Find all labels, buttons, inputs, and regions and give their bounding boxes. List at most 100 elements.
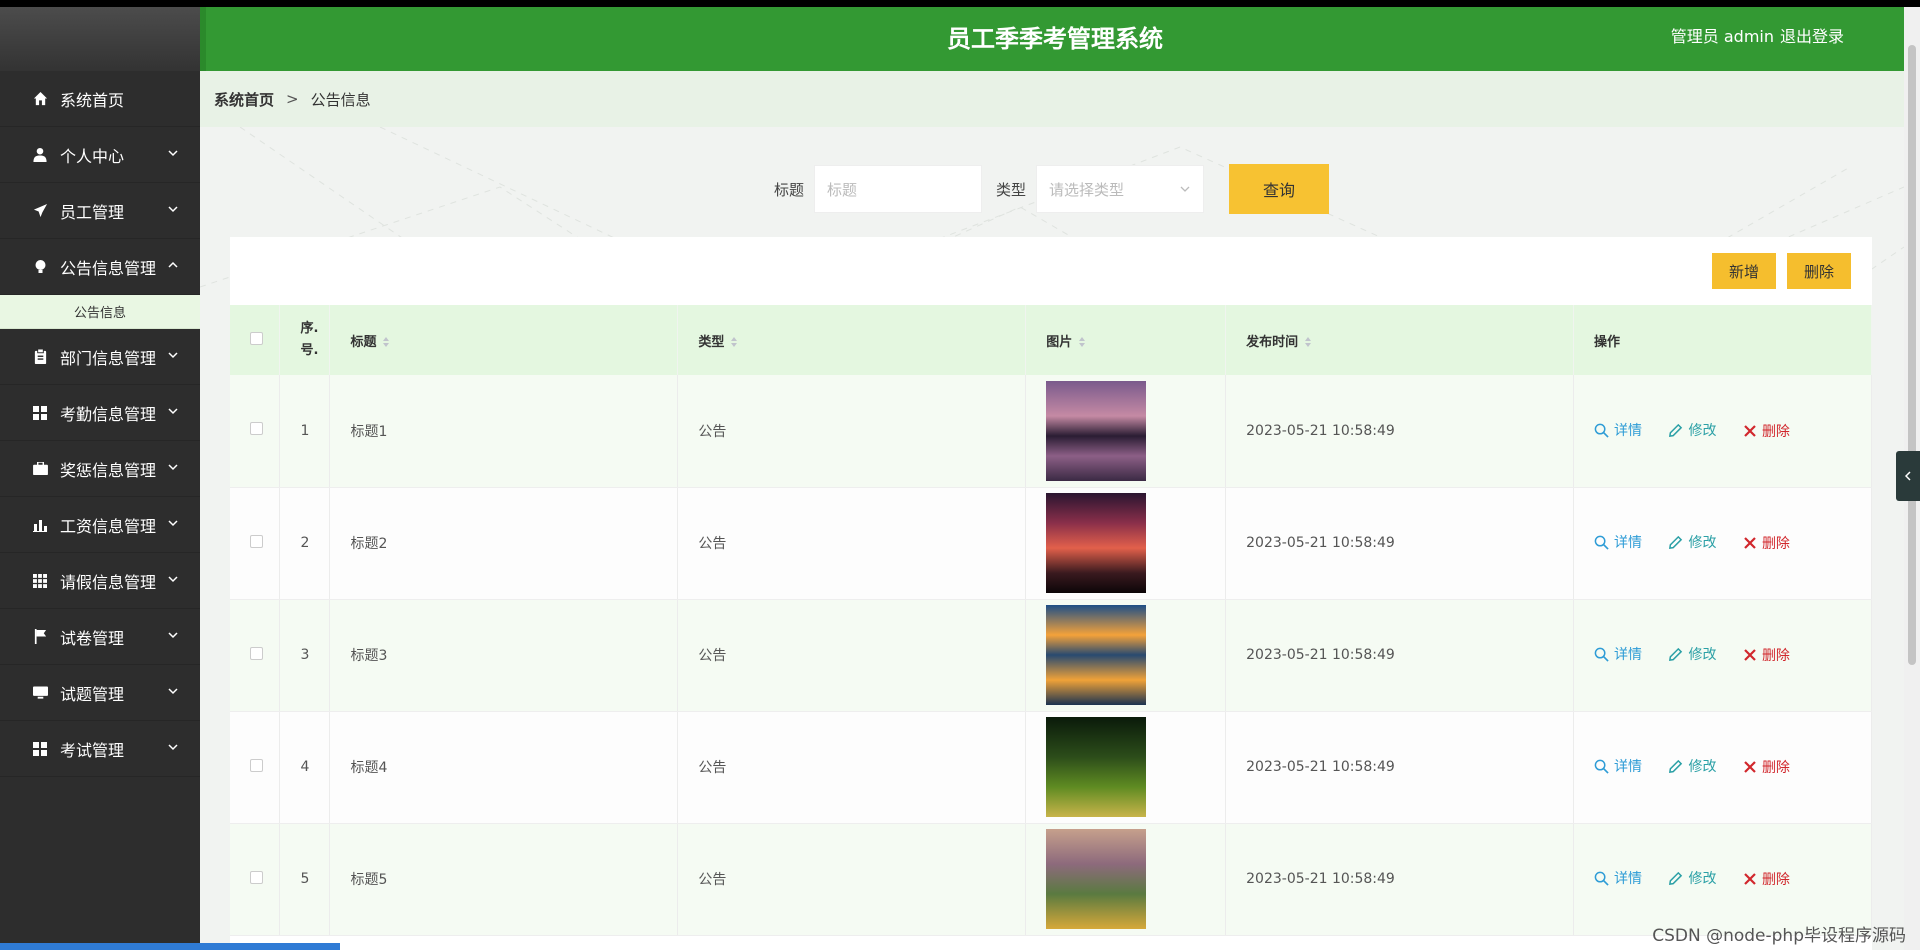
breadcrumb-home[interactable]: 系统首页 bbox=[214, 89, 274, 110]
row-select-cell[interactable] bbox=[230, 599, 281, 712]
detail-button[interactable]: 详情 bbox=[1594, 420, 1642, 440]
add-button[interactable]: 新增 bbox=[1712, 253, 1776, 289]
header-select-all[interactable] bbox=[230, 305, 281, 375]
chevron-up-icon bbox=[168, 261, 178, 268]
header-time[interactable]: 发布时间 bbox=[1225, 305, 1575, 375]
chevron-down-icon bbox=[168, 149, 178, 156]
row-checkbox[interactable] bbox=[250, 534, 263, 548]
batch-delete-button[interactable]: 删除 bbox=[1787, 253, 1851, 289]
table-row: 3 标题3 公告 2023-05-21 10:58:49 详情 修改 删除 bbox=[230, 599, 1872, 712]
sidebar-item-exams[interactable]: 考试管理 bbox=[0, 721, 200, 777]
row-type: 公告 bbox=[677, 487, 1027, 600]
home-icon bbox=[32, 91, 48, 107]
row-time: 2023-05-21 10:58:49 bbox=[1225, 487, 1575, 600]
delete-button[interactable]: 删除 bbox=[1743, 421, 1790, 441]
edit-button[interactable]: 修改 bbox=[1668, 868, 1716, 888]
sidebar-item-notice-management[interactable]: 公告信息管理 bbox=[0, 239, 200, 295]
breadcrumb-current: 公告信息 bbox=[310, 90, 371, 109]
lightbulb-icon bbox=[32, 259, 48, 275]
row-image-thumbnail[interactable] bbox=[1046, 829, 1147, 929]
sort-icon[interactable] bbox=[730, 336, 738, 348]
detail-button[interactable]: 详情 bbox=[1594, 644, 1642, 664]
edit-button[interactable]: 修改 bbox=[1668, 644, 1716, 664]
side-panel-toggle[interactable] bbox=[1896, 451, 1920, 501]
delete-button[interactable]: 删除 bbox=[1743, 869, 1790, 889]
edit-label: 修改 bbox=[1688, 535, 1717, 552]
row-select-cell[interactable] bbox=[230, 487, 281, 600]
sidebar-subitem-notice[interactable]: 公告信息 bbox=[0, 295, 200, 329]
sidebar-item-label: 请假信息管理 bbox=[60, 572, 157, 592]
search-icon bbox=[1594, 423, 1609, 438]
row-image-thumbnail[interactable] bbox=[1046, 605, 1147, 705]
row-title: 标题2 bbox=[329, 487, 679, 600]
row-select-cell[interactable] bbox=[230, 375, 281, 488]
search-icon bbox=[1594, 759, 1609, 774]
delete-button[interactable]: 删除 bbox=[1743, 533, 1790, 553]
row-title: 标题4 bbox=[329, 711, 679, 824]
header-index-line1: 序. bbox=[300, 321, 319, 336]
row-select-cell[interactable] bbox=[230, 711, 281, 824]
sort-icon[interactable] bbox=[1078, 336, 1086, 348]
logout-link[interactable]: 退出登录 bbox=[1780, 7, 1844, 67]
sidebar-item-label: 员工管理 bbox=[60, 202, 125, 222]
sidebar-item-department[interactable]: 部门信息管理 bbox=[0, 329, 200, 385]
chevron-down-icon bbox=[168, 463, 178, 470]
search-type-select[interactable]: 请选择类型 bbox=[1036, 165, 1205, 213]
sidebar-item-leave[interactable]: 请假信息管理 bbox=[0, 553, 200, 609]
row-operations: 详情 修改 删除 bbox=[1573, 599, 1872, 712]
row-checkbox[interactable] bbox=[250, 646, 263, 660]
delete-button[interactable]: 删除 bbox=[1743, 645, 1790, 665]
table-body: 1 标题1 公告 2023-05-21 10:58:49 详情 修改 删除 2 … bbox=[230, 375, 1872, 936]
delete-label: 删除 bbox=[1761, 647, 1790, 664]
edit-button[interactable]: 修改 bbox=[1668, 756, 1716, 776]
delete-label: 删除 bbox=[1761, 759, 1790, 776]
chevron-down-icon bbox=[1180, 186, 1190, 192]
sidebar-item-profile[interactable]: 个人中心 bbox=[0, 127, 200, 183]
header-title[interactable]: 标题 bbox=[329, 305, 679, 375]
search-title-input[interactable]: 标题 bbox=[814, 165, 983, 213]
row-type: 公告 bbox=[677, 375, 1027, 488]
close-icon bbox=[1744, 760, 1756, 773]
edit-button[interactable]: 修改 bbox=[1668, 420, 1716, 440]
sidebar-item-label: 部门信息管理 bbox=[60, 348, 157, 368]
paper-plane-icon bbox=[32, 203, 48, 219]
sidebar-item-salary[interactable]: 工资信息管理 bbox=[0, 497, 200, 553]
header-image[interactable]: 图片 bbox=[1025, 305, 1227, 375]
header-title-label: 标题 bbox=[350, 334, 377, 350]
monitor-icon bbox=[32, 685, 48, 701]
delete-button[interactable]: 删除 bbox=[1743, 757, 1790, 777]
detail-button[interactable]: 详情 bbox=[1594, 756, 1642, 776]
sort-icon[interactable] bbox=[382, 336, 390, 348]
detail-button[interactable]: 详情 bbox=[1594, 868, 1642, 888]
query-button[interactable]: 查询 bbox=[1229, 164, 1329, 214]
sidebar-item-employees[interactable]: 员工管理 bbox=[0, 183, 200, 239]
edit-label: 修改 bbox=[1688, 759, 1717, 776]
row-select-cell[interactable] bbox=[230, 823, 281, 936]
edit-icon bbox=[1669, 423, 1683, 437]
row-checkbox[interactable] bbox=[250, 422, 263, 436]
sidebar-item-papers[interactable]: 试卷管理 bbox=[0, 609, 200, 665]
edit-label: 修改 bbox=[1688, 423, 1717, 439]
chevron-down-icon bbox=[168, 687, 178, 694]
select-all-checkbox[interactable] bbox=[250, 331, 263, 345]
row-checkbox[interactable] bbox=[250, 758, 263, 772]
edit-icon bbox=[1669, 871, 1683, 885]
row-image-cell bbox=[1025, 823, 1227, 936]
current-user: 管理员 admin bbox=[1670, 27, 1774, 46]
row-time: 2023-05-21 10:58:49 bbox=[1225, 375, 1575, 488]
edit-button[interactable]: 修改 bbox=[1668, 532, 1716, 552]
sidebar-item-rewards[interactable]: 奖惩信息管理 bbox=[0, 441, 200, 497]
detail-button[interactable]: 详情 bbox=[1594, 532, 1642, 552]
search-query-group: 查询 bbox=[1229, 164, 1329, 214]
sidebar-item-home[interactable]: 系统首页 bbox=[0, 71, 200, 127]
header-type[interactable]: 类型 bbox=[677, 305, 1027, 375]
sidebar-item-attendance[interactable]: 考勤信息管理 bbox=[0, 385, 200, 441]
sidebar-item-questions[interactable]: 试题管理 bbox=[0, 665, 200, 721]
row-image-thumbnail[interactable] bbox=[1046, 493, 1147, 593]
sort-icon[interactable] bbox=[1304, 336, 1312, 348]
row-checkbox[interactable] bbox=[250, 870, 263, 884]
table-icon bbox=[32, 573, 48, 589]
scrollbar-thumb[interactable] bbox=[1908, 45, 1916, 665]
row-image-thumbnail[interactable] bbox=[1046, 380, 1147, 481]
row-image-thumbnail[interactable] bbox=[1046, 717, 1147, 817]
